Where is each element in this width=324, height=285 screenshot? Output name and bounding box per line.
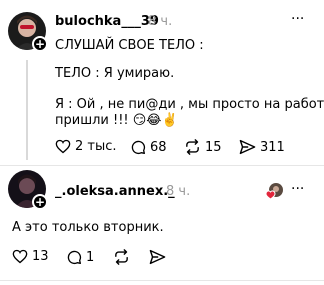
share-count: 311	[260, 139, 285, 155]
post-text-line: ТЕЛО : Я умираю.	[55, 66, 175, 81]
post-username[interactable]: _.oleksa.annex._	[55, 184, 175, 199]
comment-icon	[67, 250, 82, 265]
post-text-line: СЛУШАЙ СВОЕ ТЕЛО :	[55, 38, 204, 53]
repost-button[interactable]: 15	[184, 139, 222, 155]
like-button[interactable]: 13	[12, 249, 49, 264]
post-text: А это только вторник.	[12, 220, 164, 235]
post-time: 8 ч.	[166, 184, 191, 199]
post-text-line: пришли !!! 😏😂✌️	[55, 113, 178, 128]
comment-count: 68	[150, 139, 167, 155]
like-button[interactable]: 2 тыс.	[55, 139, 117, 154]
more-options-icon[interactable]: ···	[291, 181, 304, 197]
like-count: 2 тыс.	[75, 139, 117, 154]
repost-icon	[115, 249, 128, 265]
comment-icon	[131, 140, 146, 155]
divider	[0, 280, 324, 281]
post-username[interactable]: bulochka___39	[55, 14, 159, 29]
repost-icon	[186, 139, 199, 155]
like-count: 13	[32, 249, 49, 264]
share-button[interactable]: 311	[239, 139, 285, 155]
divider	[0, 165, 324, 166]
comment-button[interactable]: 68	[130, 139, 167, 155]
heart-icon	[55, 139, 71, 154]
follow-plus-icon[interactable]: +	[32, 36, 48, 52]
repost-button[interactable]	[113, 249, 130, 265]
follow-plus-icon[interactable]: +	[32, 194, 48, 210]
repost-count: 15	[205, 139, 222, 155]
share-button[interactable]	[149, 249, 166, 265]
heart-icon	[12, 249, 28, 264]
more-options-icon[interactable]: ···	[291, 11, 304, 27]
send-icon	[149, 249, 166, 265]
post-text-line: Я : Ой , не пи@ди , мы просто на работу	[55, 97, 324, 112]
thread-line	[26, 60, 28, 160]
liked-by-avatar[interactable]	[265, 182, 284, 200]
comment-button[interactable]: 1	[66, 249, 94, 265]
post-time: 8 ч.	[148, 14, 173, 29]
comment-count: 1	[86, 249, 95, 265]
send-icon	[239, 139, 256, 155]
